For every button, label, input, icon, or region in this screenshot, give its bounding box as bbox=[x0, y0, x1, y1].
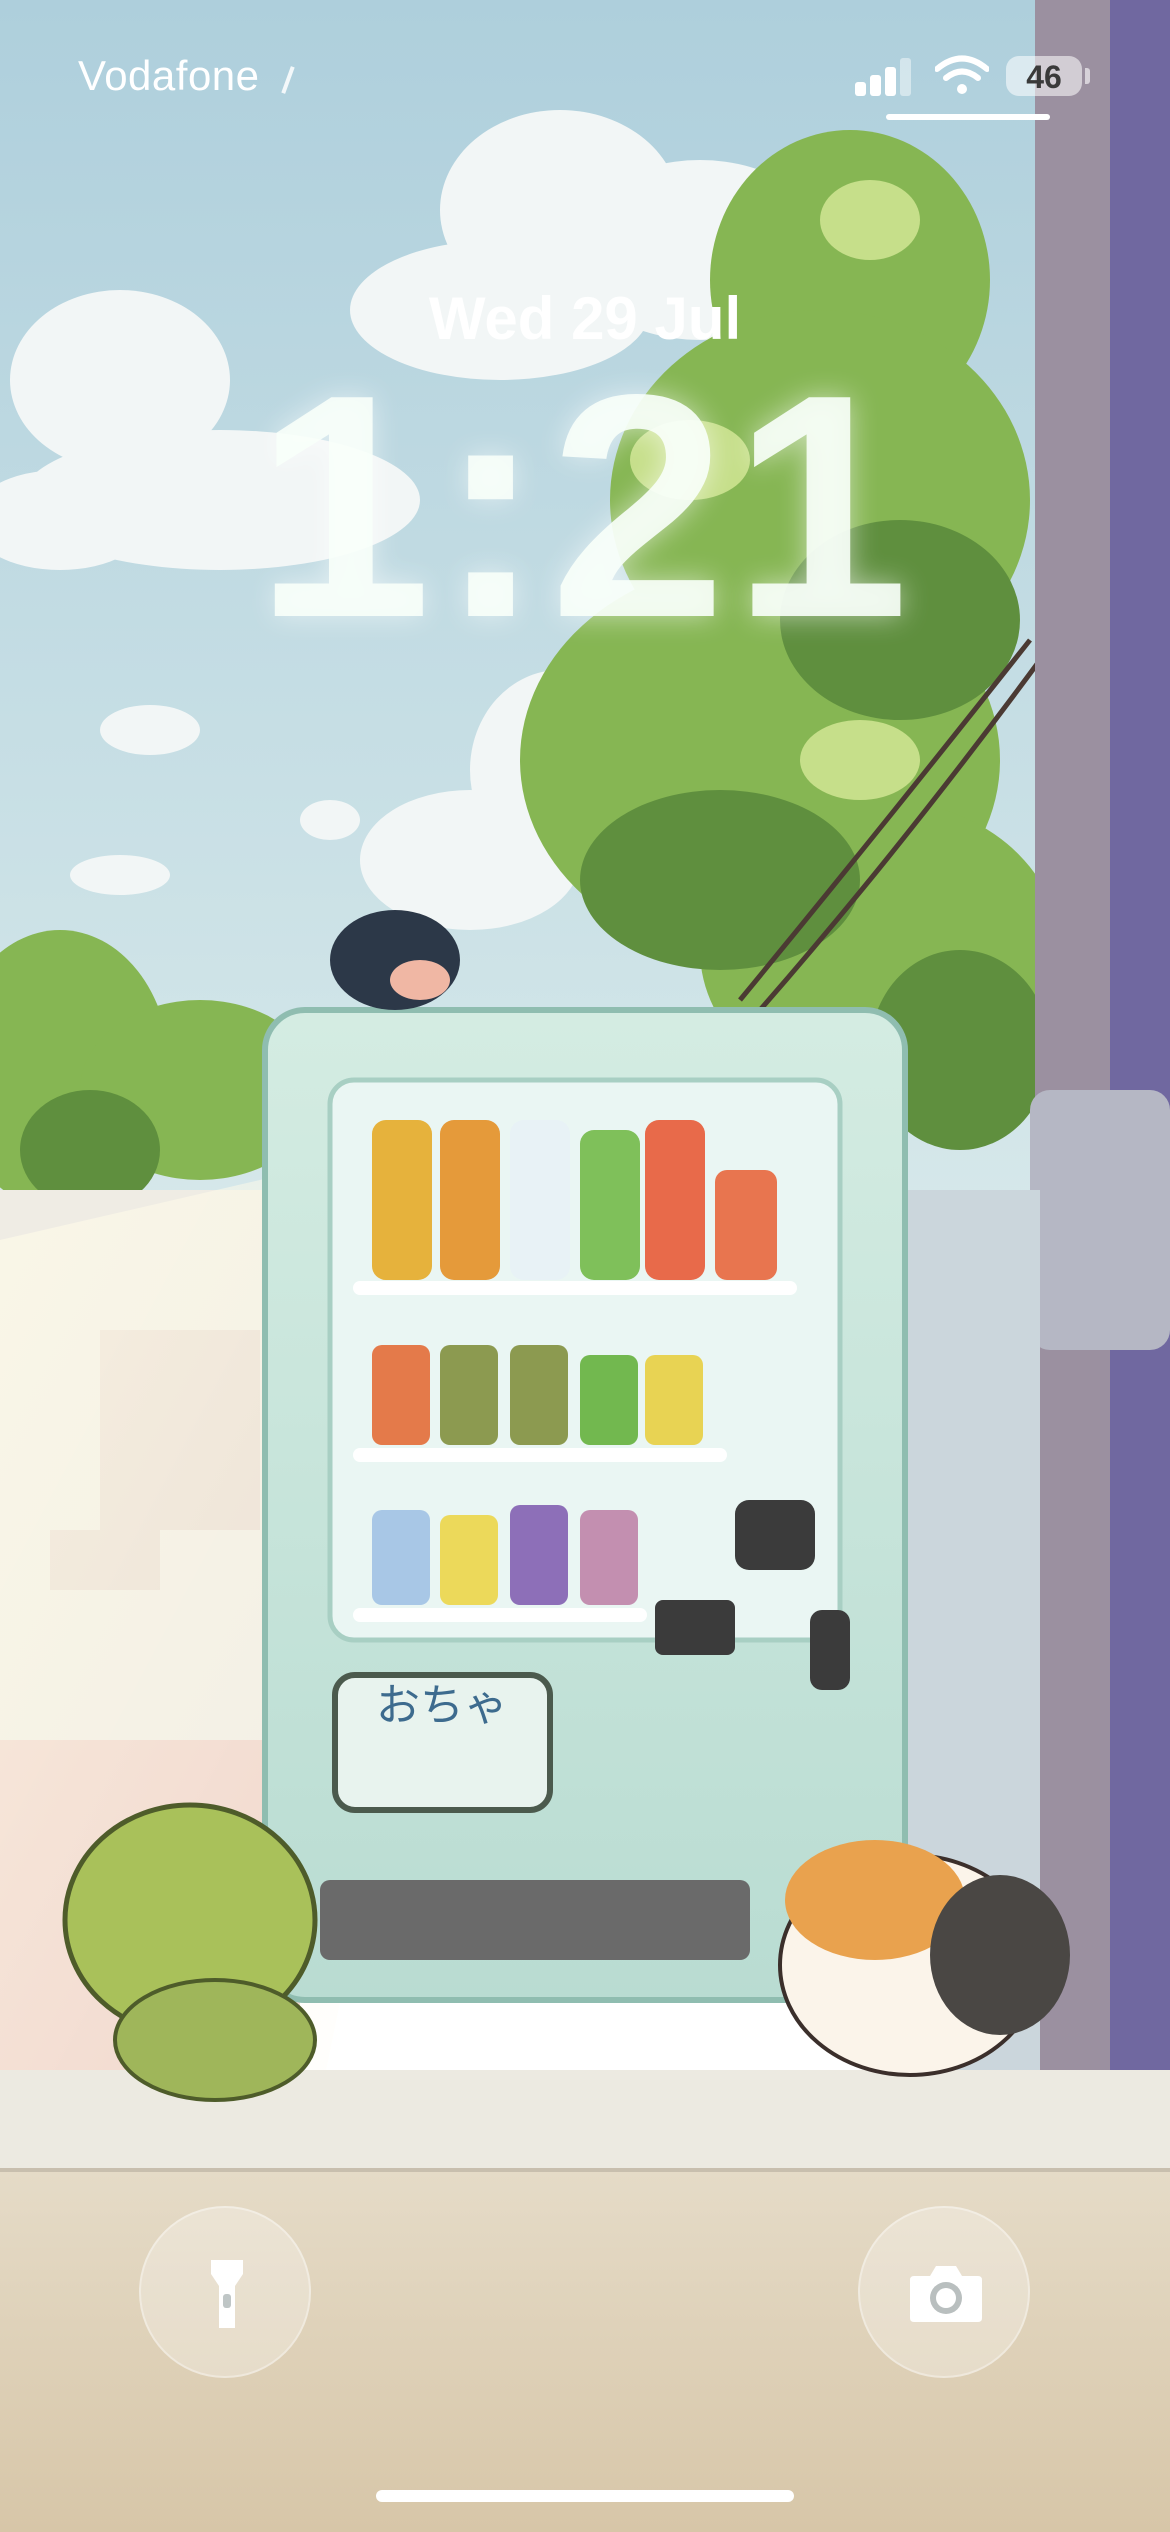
camera-button[interactable] bbox=[858, 2206, 1030, 2378]
flashlight-icon bbox=[211, 2260, 243, 2328]
vending-machine-label: おちゃ bbox=[376, 1680, 508, 1731]
flashlight-button[interactable] bbox=[139, 2206, 311, 2378]
status-bar: Vodafone 46 bbox=[0, 0, 1170, 150]
home-indicator[interactable] bbox=[376, 2490, 794, 2502]
carrier-name: Vodafone bbox=[78, 52, 260, 99]
battery-icon: 46 bbox=[1006, 56, 1082, 96]
battery-level: 46 bbox=[1026, 59, 1062, 95]
lock-screen-time: 1:21 bbox=[254, 329, 916, 684]
camera-icon bbox=[910, 2266, 982, 2322]
control-center-indicator[interactable] bbox=[886, 114, 1050, 120]
cellular-signal-icon bbox=[855, 58, 915, 96]
lock-screen: おちゃ Vodafone 46 Wed 29 Jul 1:21 bbox=[0, 0, 1170, 2532]
wifi-icon bbox=[935, 55, 989, 94]
carrier-separator bbox=[281, 66, 295, 94]
battery-cap bbox=[1085, 68, 1090, 84]
